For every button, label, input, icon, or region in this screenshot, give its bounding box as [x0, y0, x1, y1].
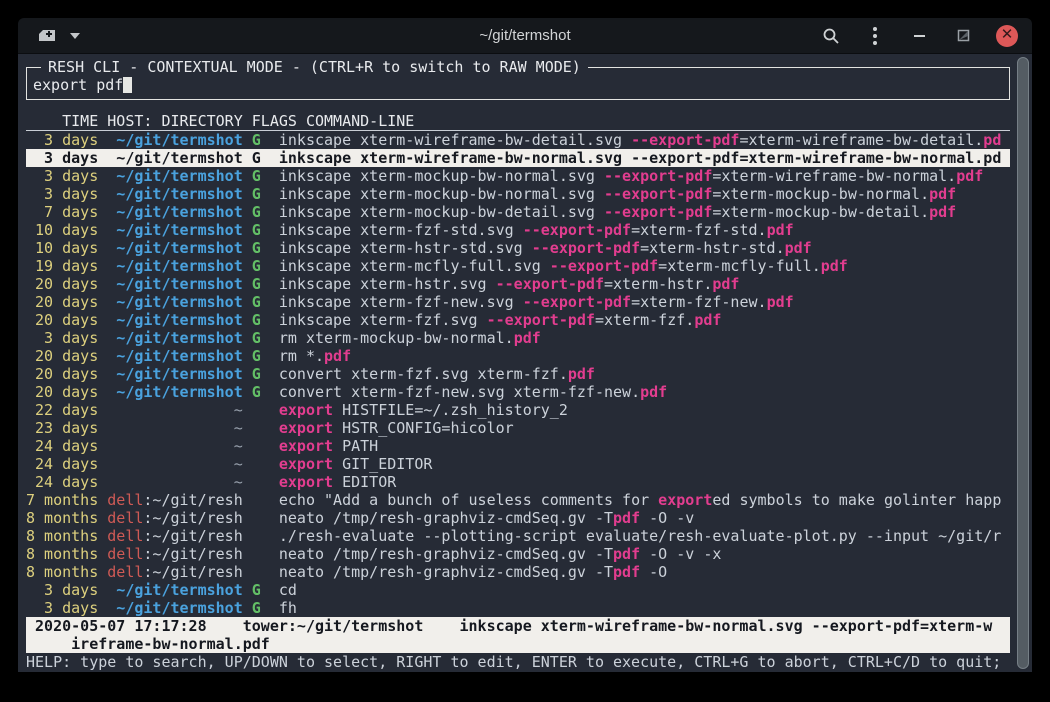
- close-icon: ✕: [1001, 27, 1014, 42]
- history-row[interactable]: 20 days ~/git/termshot G inkscape xterm-…: [26, 275, 1010, 293]
- history-row[interactable]: 8 months dell:~/git/resh ./resh-evaluate…: [26, 527, 1010, 545]
- history-row[interactable]: 10 days ~/git/termshot G inkscape xterm-…: [26, 221, 1010, 239]
- menu-button[interactable]: [864, 25, 886, 47]
- history-table-header: TIME HOST: DIRECTORY FLAGS COMMAND-LINE: [26, 112, 1010, 131]
- minimize-button[interactable]: [908, 25, 930, 47]
- restore-icon: [957, 29, 970, 42]
- history-row-selected[interactable]: 3 days ~/git/termshot G inkscape xterm-w…: [26, 149, 1010, 167]
- new-tab-icon: [39, 27, 59, 45]
- search-query-text: export pdf: [33, 76, 123, 94]
- new-tab-button[interactable]: [38, 26, 60, 46]
- history-row[interactable]: 24 days ~ export PATH: [26, 437, 1010, 455]
- history-row[interactable]: 3 days ~/git/termshot G inkscape xterm-m…: [26, 167, 1010, 185]
- history-row[interactable]: 8 months dell:~/git/resh neato /tmp/resh…: [26, 545, 1010, 563]
- scrollbar-thumb[interactable]: [1017, 57, 1029, 669]
- restore-button[interactable]: [952, 25, 974, 47]
- kebab-menu-icon: [873, 27, 877, 45]
- help-line: HELP: type to search, UP/DOWN to select,…: [26, 653, 1010, 671]
- history-row[interactable]: 19 days ~/git/termshot G inkscape xterm-…: [26, 257, 1010, 275]
- search-input[interactable]: export pdf: [33, 76, 132, 94]
- chevron-down-icon[interactable]: [70, 33, 80, 39]
- history-row[interactable]: 24 days ~ export GIT_EDITOR: [26, 455, 1010, 473]
- history-row[interactable]: 20 days ~/git/termshot G convert xterm-f…: [26, 365, 1010, 383]
- history-row[interactable]: 22 days ~ export HISTFILE=~/.zsh_history…: [26, 401, 1010, 419]
- search-button[interactable]: [820, 25, 842, 47]
- history-row[interactable]: 8 months dell:~/git/resh neato /tmp/resh…: [26, 563, 1010, 581]
- history-row[interactable]: 23 days ~ export HSTR_CONFIG=hicolor: [26, 419, 1010, 437]
- selected-entry-line-1: 2020-05-07 17:17:28 tower:~/git/termshot…: [26, 617, 1010, 635]
- resh-search-box[interactable]: RESH CLI - CONTEXTUAL MODE - (CTRL+R to …: [26, 67, 1010, 100]
- text-cursor: [123, 77, 132, 93]
- resh-mode-legend: RESH CLI - CONTEXTUAL MODE - (CTRL+R to …: [41, 58, 588, 76]
- history-row[interactable]: 3 days ~/git/termshot G fh: [26, 599, 1010, 617]
- history-row[interactable]: 3 days ~/git/termshot G inkscape xterm-m…: [26, 185, 1010, 203]
- selected-entry-detail-bar: 2020-05-07 17:17:28 tower:~/git/termshot…: [26, 617, 1010, 653]
- history-row[interactable]: 3 days ~/git/termshot G cd: [26, 581, 1010, 599]
- history-row[interactable]: 20 days ~/git/termshot G inkscape xterm-…: [26, 293, 1010, 311]
- terminal-screen: RESH CLI - CONTEXTUAL MODE - (CTRL+R to …: [18, 54, 1032, 672]
- history-row[interactable]: 8 months dell:~/git/resh neato /tmp/resh…: [26, 509, 1010, 527]
- history-row[interactable]: 20 days ~/git/termshot G rm *.pdf: [26, 347, 1010, 365]
- minimize-icon: [914, 35, 925, 37]
- close-button[interactable]: ✕: [996, 25, 1018, 47]
- history-row[interactable]: 10 days ~/git/termshot G inkscape xterm-…: [26, 239, 1010, 257]
- titlebar: ~/git/termshot ✕: [18, 18, 1032, 54]
- terminal-window: ~/git/termshot ✕: [18, 18, 1032, 672]
- search-icon: [822, 27, 840, 45]
- history-row[interactable]: 3 days ~/git/termshot G rm xterm-mockup-…: [26, 329, 1010, 347]
- history-row[interactable]: 3 days ~/git/termshot G inkscape xterm-w…: [26, 131, 1010, 149]
- selected-entry-line-2: ireframe-bw-normal.pdf: [26, 635, 1010, 653]
- history-row[interactable]: 7 days ~/git/termshot G inkscape xterm-m…: [26, 203, 1010, 221]
- history-row[interactable]: 20 days ~/git/termshot G convert xterm-f…: [26, 383, 1010, 401]
- history-list: 3 days ~/git/termshot G inkscape xterm-w…: [26, 131, 1010, 617]
- history-row[interactable]: 24 days ~ export EDITOR: [26, 473, 1010, 491]
- history-row[interactable]: 20 days ~/git/termshot G inkscape xterm-…: [26, 311, 1010, 329]
- history-row[interactable]: 7 months dell:~/git/resh echo "Add a bun…: [26, 491, 1010, 509]
